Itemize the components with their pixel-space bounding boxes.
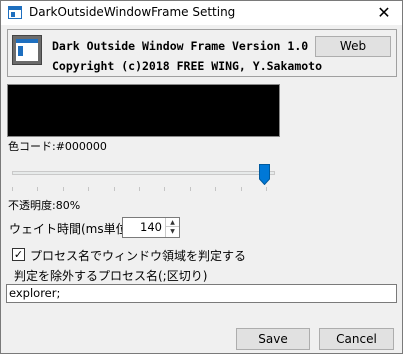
settings-window: DarkOutsideWindowFrame Setting ✕ Dark Ou… (0, 0, 403, 354)
window-title: DarkOutsideWindowFrame Setting (29, 5, 236, 19)
slider-tick (12, 187, 13, 191)
wait-time-label: ウェイト時間(ms単位) (9, 222, 133, 236)
opacity-label: 不透明度:80% (8, 199, 81, 212)
slider-tick (114, 187, 115, 191)
process-name-checkbox-label[interactable]: プロセス名でウィンドウ領域を判定する (30, 247, 246, 264)
slider-tick (88, 187, 89, 191)
color-code-label: 色コード:#000000 (8, 140, 107, 153)
web-button[interactable]: Web (315, 36, 391, 57)
copyright-text: Copyright (c)2018 FREE WING, Y.Sakamoto (52, 59, 323, 73)
color-preview-swatch[interactable] (7, 84, 280, 137)
slider-tick (164, 187, 165, 191)
title-bar[interactable]: DarkOutsideWindowFrame Setting ✕ (1, 1, 402, 25)
slider-tick (190, 187, 191, 191)
spin-up-button[interactable]: ▲ (166, 218, 179, 227)
opacity-slider-thumb[interactable] (259, 164, 270, 185)
app-logo-icon (12, 35, 42, 65)
cancel-button[interactable]: Cancel (319, 328, 394, 350)
exclude-process-input[interactable]: explorer; (6, 284, 397, 303)
slider-tick (37, 187, 38, 191)
opacity-slider-ticks (12, 187, 272, 191)
opacity-slider-track[interactable] (12, 171, 275, 175)
spinner-buttons: ▲ ▼ (165, 218, 179, 237)
slider-tick (139, 187, 140, 191)
version-text: Dark Outside Window Frame Version 1.0 (52, 39, 309, 53)
slider-tick (63, 187, 64, 191)
spin-down-button[interactable]: ▼ (166, 227, 179, 236)
wait-time-input[interactable]: 140 (123, 218, 165, 237)
exclude-process-label: 判定を除外するプロセス名(;区切り) (14, 269, 208, 283)
wait-time-spinner[interactable]: 140 ▲ ▼ (122, 217, 180, 238)
save-button[interactable]: Save (236, 328, 310, 350)
process-name-checkbox[interactable]: ✓ (12, 248, 25, 261)
window-app-icon (8, 6, 22, 19)
about-panel: Dark Outside Window Frame Version 1.0 Co… (7, 29, 397, 77)
slider-tick (215, 187, 216, 191)
slider-tick (241, 187, 242, 191)
close-icon: ✕ (377, 3, 391, 22)
close-button[interactable]: ✕ (366, 1, 402, 25)
slider-tick (266, 187, 267, 191)
